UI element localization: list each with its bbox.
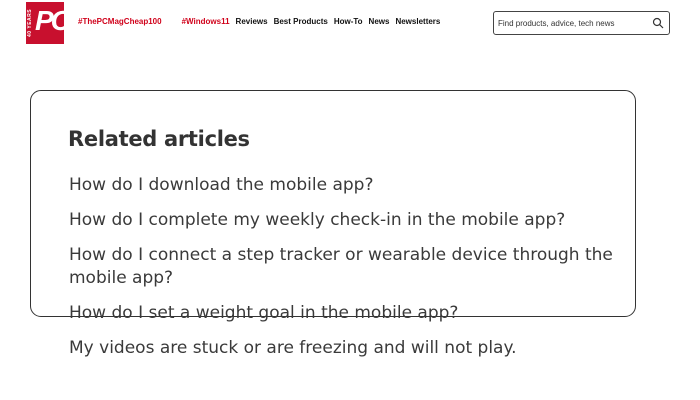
search-icon[interactable] <box>652 17 664 29</box>
list-item: How do I download the mobile app? <box>69 174 629 197</box>
logo-text: PC <box>35 5 71 36</box>
list-item: How do I set a weight goal in the mobile… <box>69 302 629 325</box>
site-header: 40 YEARS PC #ThePCMagCheap100 #Windows11… <box>0 0 700 46</box>
list-item: My videos are stuck or are freezing and … <box>69 337 629 360</box>
nav-item-best-products[interactable]: Best Products <box>274 17 328 26</box>
logo-years: 40 YEARS <box>27 8 33 38</box>
top-nav: #ThePCMagCheap100 #Windows11 Reviews Bes… <box>78 17 440 26</box>
list-item: How do I connect a step tracker or weara… <box>69 244 629 290</box>
search-box <box>493 11 670 35</box>
article-link-weekly-checkin[interactable]: How do I complete my weekly check-in in … <box>69 210 565 230</box>
related-articles-list: How do I download the mobile app? How do… <box>69 174 629 360</box>
nav-item-how-to[interactable]: How-To <box>334 17 363 26</box>
nav-item-news[interactable]: News <box>369 17 390 26</box>
list-item: How do I complete my weekly check-in in … <box>69 209 629 232</box>
article-link-weight-goal[interactable]: How do I set a weight goal in the mobile… <box>69 303 458 323</box>
nav-item-reviews[interactable]: Reviews <box>236 17 268 26</box>
pcmag-logo[interactable]: 40 YEARS PC <box>26 2 71 44</box>
search-input[interactable] <box>498 15 648 31</box>
related-articles-title: Related articles <box>68 127 250 151</box>
article-link-step-tracker[interactable]: How do I connect a step tracker or weara… <box>69 245 613 288</box>
nav-item-newsletters[interactable]: Newsletters <box>395 17 440 26</box>
nav-tag-cheap100[interactable]: #ThePCMagCheap100 <box>78 17 162 26</box>
article-link-download-app[interactable]: How do I download the mobile app? <box>69 175 374 195</box>
article-link-videos-stuck[interactable]: My videos are stuck or are freezing and … <box>69 338 517 358</box>
nav-tag-windows11[interactable]: #Windows11 <box>182 17 230 26</box>
